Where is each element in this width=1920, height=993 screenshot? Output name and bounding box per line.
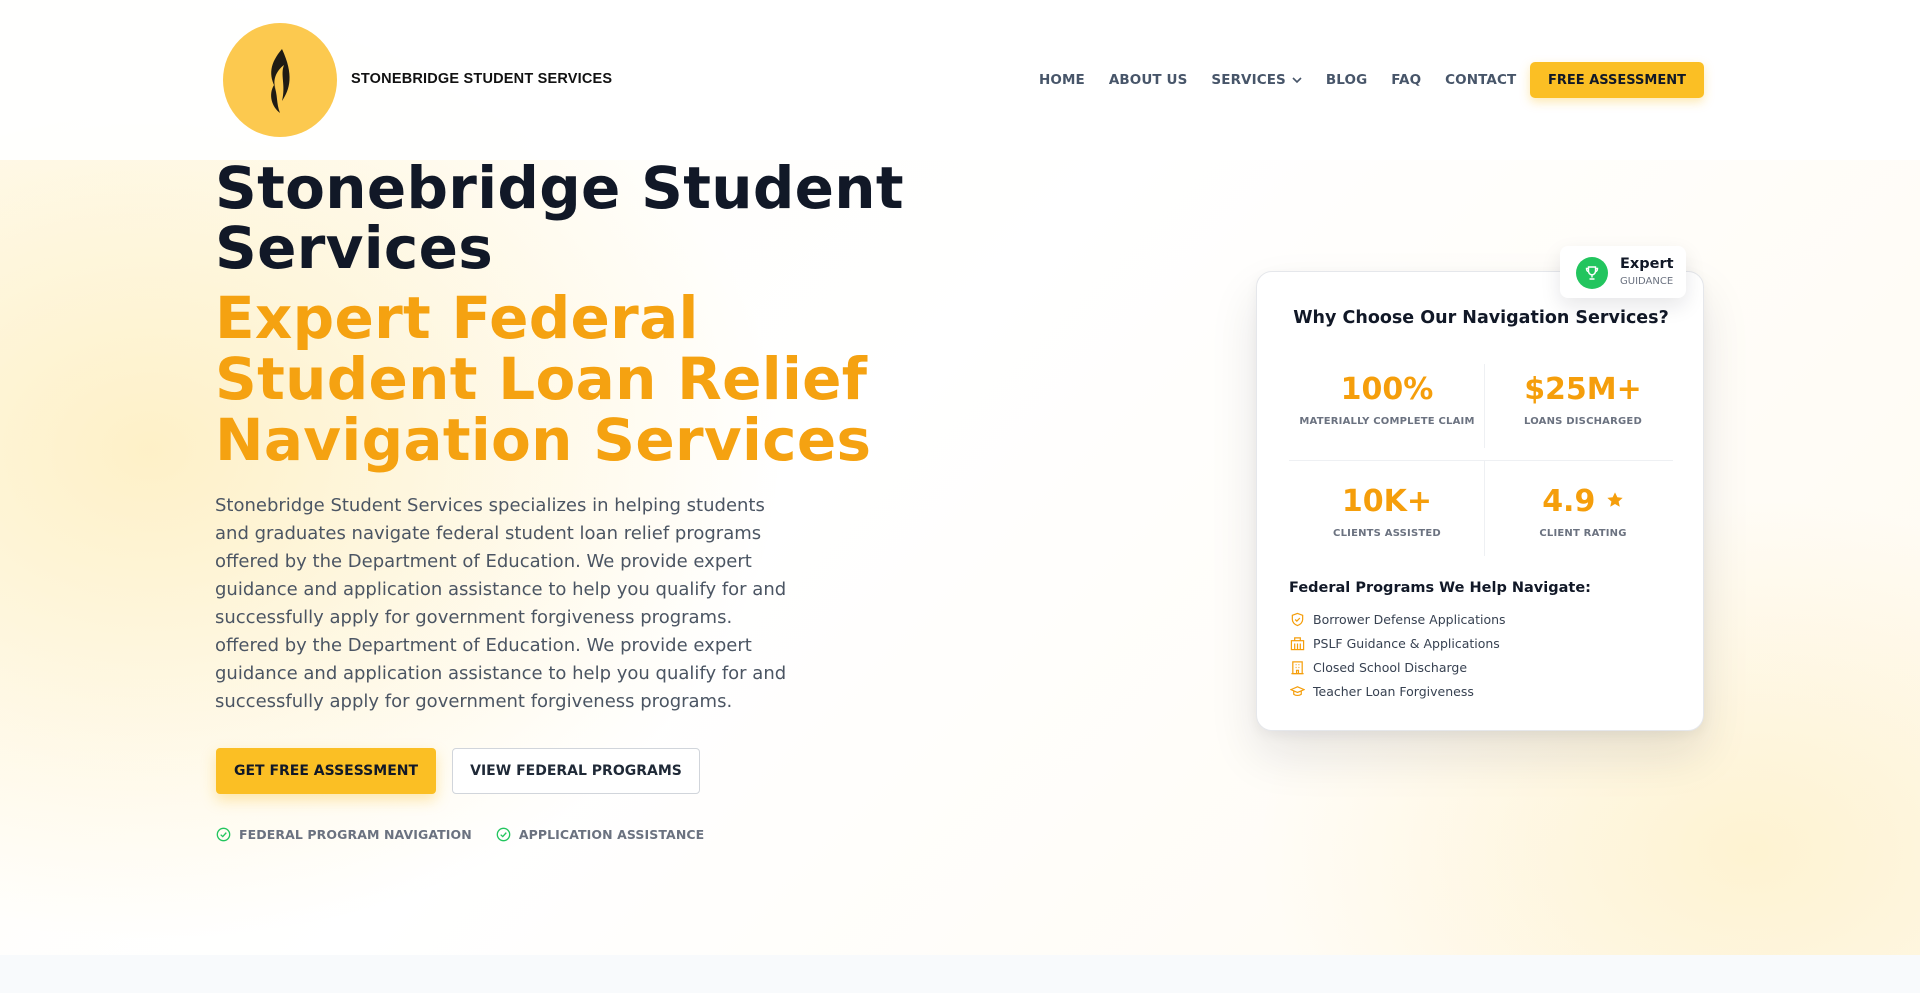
- badge-title: Expert: [1620, 256, 1674, 272]
- flame-icon: [271, 49, 290, 113]
- badge-subtitle: GUIDANCE: [1620, 276, 1674, 287]
- star-icon: [1607, 492, 1623, 507]
- stat-label: CLIENT RATING: [1539, 528, 1627, 539]
- program-label: Closed School Discharge: [1313, 659, 1468, 675]
- programs-title: Federal Programs We Help Navigate:: [1289, 580, 1591, 596]
- brand-name[interactable]: STONEBRIDGE STUDENT SERVICES: [351, 71, 612, 87]
- nav-about-us[interactable]: ABOUT US: [1109, 72, 1188, 88]
- stat-label: MATERIALLY COMPLETE CLAIM: [1299, 416, 1475, 427]
- view-federal-programs-button[interactable]: VIEW FEDERAL PROGRAMS: [452, 748, 700, 794]
- stat-claim: 100% MATERIALLY COMPLETE CLAIM: [1289, 360, 1485, 456]
- trust-badge-label: APPLICATION ASSISTANCE: [518, 826, 705, 842]
- expert-guidance-badge: Expert GUIDANCE: [1560, 246, 1686, 298]
- program-label: Borrower Defense Applications: [1313, 611, 1506, 627]
- trust-badge: FEDERAL PROGRAM NAVIGATION: [216, 827, 472, 842]
- navigation-services-card: Why Choose Our Navigation Services? 100%…: [1256, 271, 1704, 731]
- card-title: Why Choose Our Navigation Services?: [1293, 308, 1669, 328]
- check-circle-icon: [216, 827, 231, 841]
- program-label: PSLF Guidance & Applications: [1313, 635, 1500, 651]
- stat-clients: 10K+ CLIENTS ASSISTED: [1289, 472, 1485, 568]
- nav-faq-label: FAQ: [1391, 72, 1422, 88]
- nav-services-label: SERVICES: [1211, 72, 1286, 88]
- graduation-cap-icon: [1289, 683, 1305, 699]
- program-item: Closed School Discharge: [1289, 658, 1467, 676]
- stat-divider: [1289, 460, 1673, 461]
- nav-home[interactable]: HOME: [1039, 72, 1085, 88]
- program-label: Teacher Loan Forgiveness: [1313, 683, 1474, 699]
- trust-badges: FEDERAL PROGRAM NAVIGATION APPLICATION A…: [216, 825, 728, 843]
- main-nav: HOME ABOUT US SERVICES BLOG FAQ CONTACT: [1039, 70, 1540, 90]
- program-item: Teacher Loan Forgiveness: [1289, 682, 1474, 700]
- site-header: STONEBRIDGE STUDENT SERVICES HOME ABOUT …: [0, 0, 1920, 160]
- stat-value: 100%: [1340, 372, 1434, 407]
- nav-contact[interactable]: CONTACT: [1445, 72, 1516, 88]
- hero-description: Stonebridge Student Services specializes…: [215, 495, 787, 712]
- nav-blog-label: BLOG: [1325, 72, 1368, 88]
- nav-services[interactable]: SERVICES: [1211, 72, 1302, 88]
- brand-logo[interactable]: [223, 23, 337, 137]
- rating-value: 4.9: [1542, 484, 1596, 519]
- check-circle-icon: [496, 827, 511, 841]
- trust-badge: APPLICATION ASSISTANCE: [496, 827, 704, 842]
- stat-divider: [1484, 460, 1485, 556]
- stat-loans: $25M+ LOANS DISCHARGED: [1485, 360, 1681, 456]
- free-assessment-nav-button[interactable]: FREE ASSESSMENT: [1530, 62, 1704, 98]
- stat-value: 10K+: [1341, 484, 1433, 519]
- stat-label: CLIENTS ASSISTED: [1333, 528, 1441, 539]
- nav-faq[interactable]: FAQ: [1391, 72, 1421, 88]
- nav-blog[interactable]: BLOG: [1326, 72, 1367, 88]
- shield-icon: [1289, 611, 1305, 627]
- next-section-band: [0, 955, 1920, 993]
- stat-label: LOANS DISCHARGED: [1524, 416, 1642, 427]
- hero-title: Stonebridge Student Services: [215, 154, 904, 282]
- building-icon: [1289, 635, 1305, 651]
- nav-contact-label: CONTACT: [1445, 72, 1517, 88]
- school-icon: [1289, 659, 1305, 675]
- stat-value: 4.9: [1485, 484, 1681, 519]
- nav-about-label: ABOUT US: [1108, 72, 1188, 88]
- trust-badge-label: FEDERAL PROGRAM NAVIGATION: [239, 826, 472, 842]
- chevron-down-icon: [1292, 72, 1302, 88]
- trophy-icon: [1576, 257, 1608, 289]
- program-item: Borrower Defense Applications: [1289, 610, 1506, 628]
- program-item: PSLF Guidance & Applications: [1289, 634, 1500, 652]
- hero-subtitle: Expert Federal Student Loan Relief Navig…: [215, 284, 872, 474]
- stat-rating: 4.9 CLIENT RATING: [1485, 472, 1681, 568]
- nav-home-label: HOME: [1039, 72, 1085, 88]
- stat-divider: [1484, 364, 1485, 448]
- stat-value: $25M+: [1524, 372, 1642, 407]
- get-free-assessment-button[interactable]: GET FREE ASSESSMENT: [216, 748, 436, 794]
